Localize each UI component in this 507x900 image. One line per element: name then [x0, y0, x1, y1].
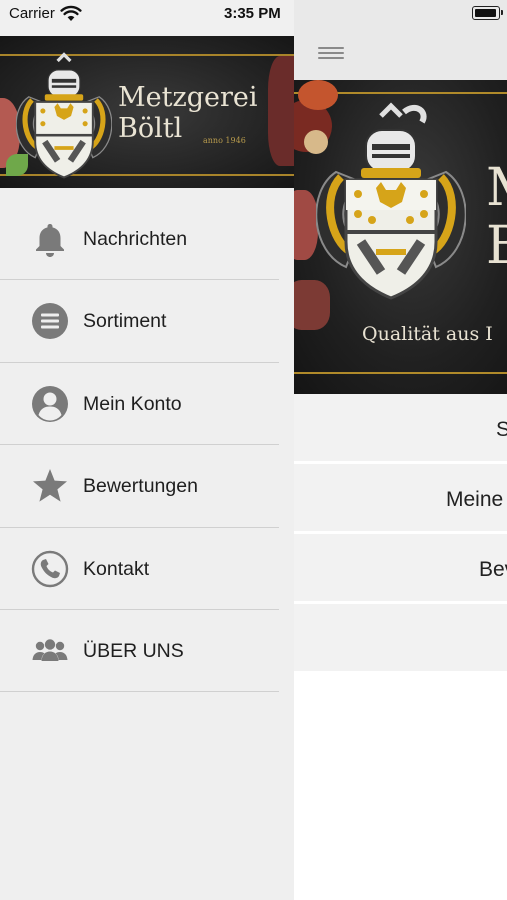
crest-logo-icon: [316, 102, 466, 300]
hero-title-line1: M: [486, 159, 507, 217]
banner-title-line1: Metzgerei: [118, 82, 258, 113]
account-icon: [32, 385, 68, 422]
carrier-label: Carrier: [9, 5, 55, 22]
banner-title: Metzgerei Böltl: [118, 82, 257, 144]
menu-item-mein-konto[interactable]: Mein Konto: [0, 363, 279, 446]
side-drawer: Metzgerei Böltl anno 1946 Nachrichten So…: [0, 36, 294, 900]
status-bar: Carrier 3:35 PM: [0, 0, 507, 36]
hero-title-line2: B: [486, 216, 507, 276]
main-navbar: [294, 36, 507, 80]
hero-title: M B: [486, 159, 507, 275]
main-list-item-label: Meine: [446, 488, 504, 511]
main-list-item[interactable]: Meine: [294, 464, 507, 534]
main-list-item[interactable]: Bev: [294, 534, 507, 604]
star-icon: [33, 469, 67, 502]
main-content: M B Qualität aus I S Meine Bev: [294, 36, 507, 900]
main-hero-banner: M B Qualität aus I: [294, 80, 507, 394]
drawer-banner: Metzgerei Böltl anno 1946: [0, 36, 294, 188]
main-list-item-label: S: [496, 418, 507, 442]
drawer-menu: Nachrichten Sortiment Mein Konto Bewertu…: [0, 198, 294, 693]
wifi-icon: [60, 5, 82, 21]
group-icon: [32, 639, 68, 661]
menu-item-ueber-uns[interactable]: ÜBER UNS: [0, 610, 279, 693]
menu-item-label: Kontakt: [83, 557, 150, 580]
menu-item-label: Bewertungen: [83, 475, 198, 498]
bell-icon: [36, 224, 64, 257]
menu-item-label: Sortiment: [83, 310, 167, 333]
menu-item-sortiment[interactable]: Sortiment: [0, 280, 279, 363]
menu-item-label: Mein Konto: [83, 392, 182, 415]
main-list-item[interactable]: S: [294, 394, 507, 464]
hamburger-menu-icon[interactable]: [318, 44, 344, 62]
meat-decoration: [268, 56, 294, 166]
phone-icon: [31, 550, 69, 587]
main-list-item[interactable]: [294, 604, 507, 674]
menu-item-nachrichten[interactable]: Nachrichten: [0, 198, 279, 281]
menu-item-bewertungen[interactable]: Bewertungen: [0, 445, 279, 528]
crest-logo-icon: [16, 52, 112, 179]
hero-tagline: Qualität aus I: [362, 323, 493, 345]
main-list: S Meine Bev: [294, 394, 507, 674]
menu-item-kontakt[interactable]: Kontakt: [0, 528, 279, 610]
menu-item-label: ÜBER UNS: [83, 639, 184, 662]
battery-icon: [472, 6, 503, 20]
main-list-item-label: Bev: [479, 558, 507, 581]
banner-since: anno 1946: [203, 136, 246, 145]
list-icon: [32, 303, 68, 340]
meat-decoration: [294, 190, 318, 260]
status-time: 3:35 PM: [224, 5, 281, 22]
hero-gold-rule-bottom: [294, 372, 507, 374]
menu-item-label: Nachrichten: [83, 228, 188, 250]
